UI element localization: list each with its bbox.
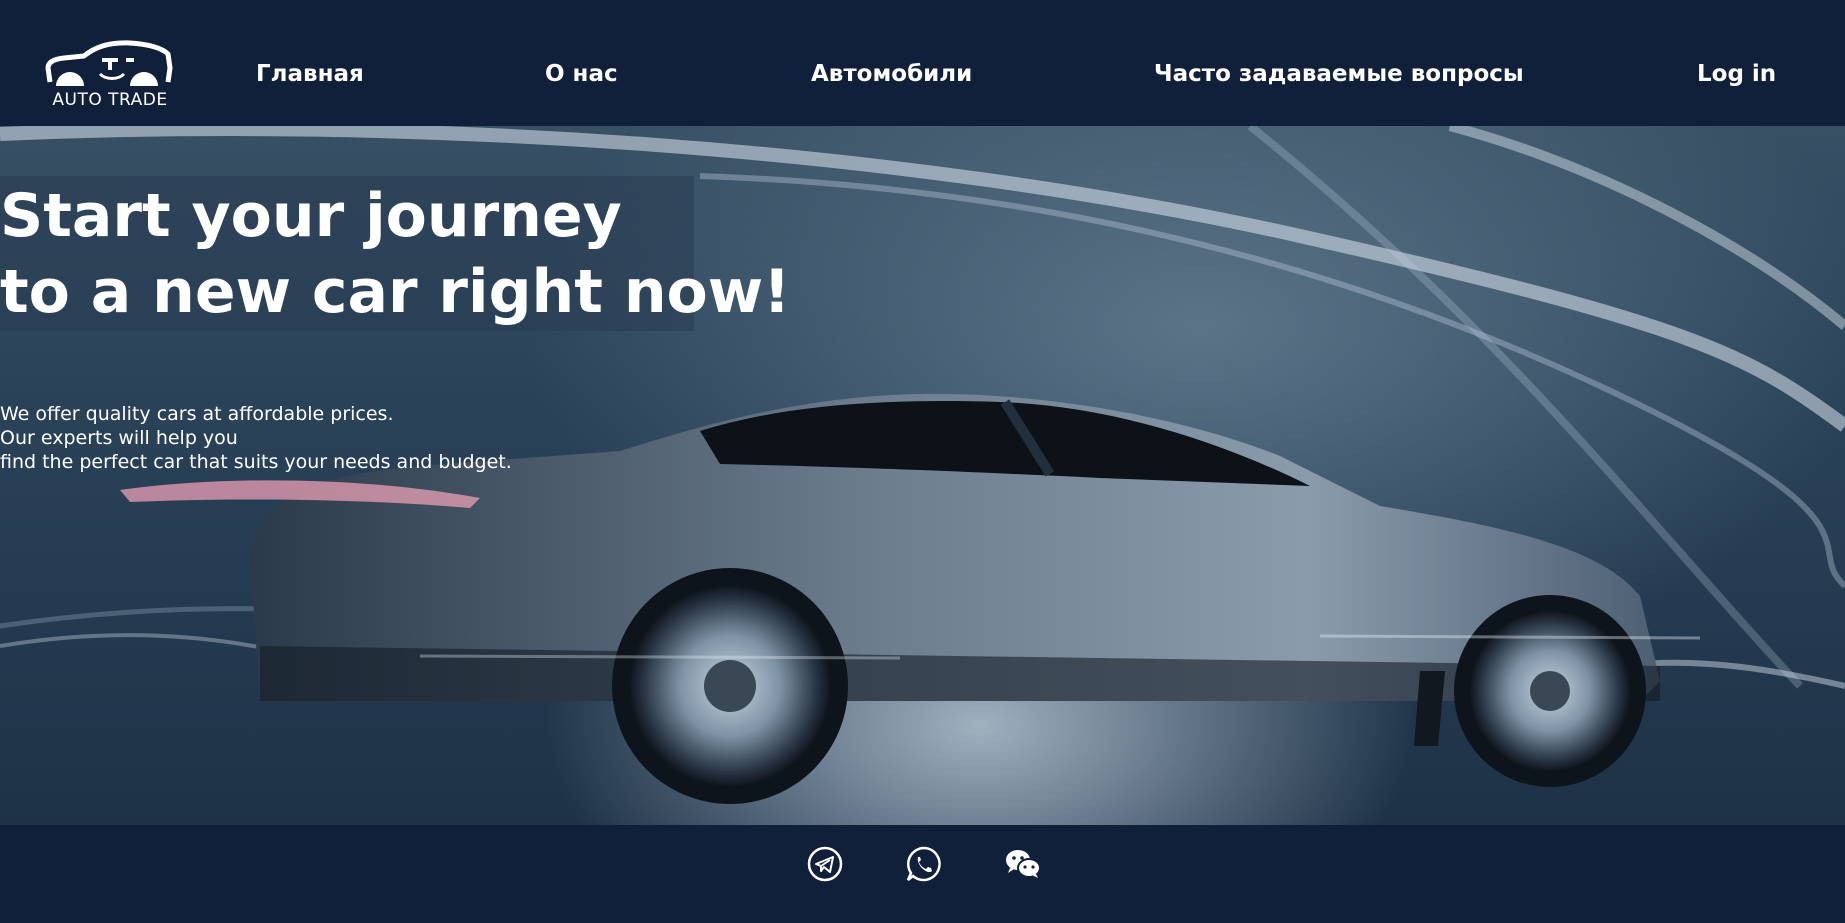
site-header: AUTO TRADE Главная О нас Автомобили Част… (0, 0, 1845, 126)
nav-home[interactable]: Главная (256, 60, 364, 88)
nav-about[interactable]: О нас (545, 60, 618, 88)
headline-line-1: Start your journey (0, 181, 622, 251)
logo-text: AUTO TRADE (52, 90, 168, 110)
headline-line-2: to a new car right now! (0, 257, 791, 327)
hero-headline: Start your journey to a new car right no… (0, 178, 791, 330)
nav-cars[interactable]: Автомобили (811, 60, 972, 88)
nav-faq[interactable]: Часто задаваемые вопросы (1154, 60, 1524, 88)
description-line-2: Our experts will help you (0, 427, 238, 449)
car-logo-icon (45, 40, 173, 86)
site-footer (0, 825, 1845, 923)
whatsapp-icon[interactable] (904, 844, 944, 884)
auto-trade-logo[interactable]: AUTO TRADE (44, 38, 174, 112)
login-link[interactable]: Log in (1697, 60, 1776, 88)
hero-section: Start your journey to a new car right no… (0, 126, 1845, 825)
telegram-icon[interactable] (805, 844, 845, 884)
description-line-1: We offer quality cars at affordable pric… (0, 403, 394, 425)
wechat-icon[interactable] (1003, 844, 1043, 884)
description-line-3: find the perfect car that suits your nee… (0, 451, 512, 473)
hero-description: We offer quality cars at affordable pric… (0, 402, 512, 474)
